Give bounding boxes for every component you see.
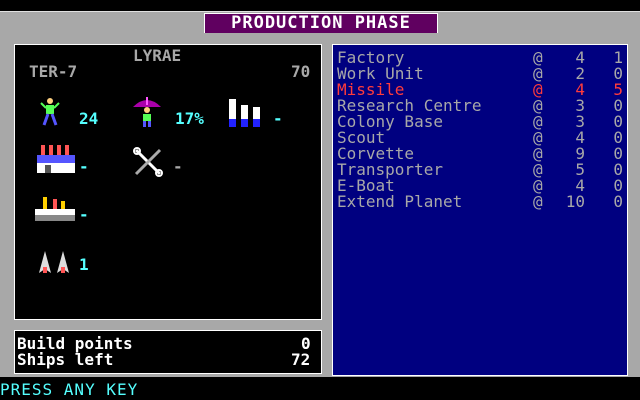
planet-value: 70 bbox=[291, 62, 311, 81]
factories-value: - bbox=[79, 157, 89, 176]
production-item-scout[interactable]: Scout @ 4 0 bbox=[337, 128, 625, 147]
industry-icon bbox=[35, 197, 75, 221]
research-bars-icon bbox=[229, 99, 260, 127]
industry-value: - bbox=[79, 205, 89, 224]
production-item-factory[interactable]: Factory @ 4 1 bbox=[337, 48, 625, 67]
press-any-key-prompt: PRESS ANY KEY bbox=[0, 380, 139, 399]
production-item-work-unit[interactable]: Work Unit @ 2 0 bbox=[337, 64, 625, 83]
production-item-corvette[interactable]: Corvette @ 9 0 bbox=[337, 144, 625, 163]
tools-value: - bbox=[173, 157, 183, 176]
production-item-colony-base[interactable]: Colony Base @ 3 0 bbox=[337, 112, 625, 131]
item-qty: 0 bbox=[613, 192, 623, 211]
screen-title: PRODUCTION PHASE bbox=[204, 13, 438, 34]
research-value: - bbox=[273, 109, 283, 128]
production-item-extend-planet[interactable]: Extend Planet @ 10 0 bbox=[337, 192, 625, 211]
planet-sector: TER-7 bbox=[29, 62, 78, 81]
item-cost: 10 bbox=[565, 192, 585, 211]
ships-left-value: 72 bbox=[291, 350, 311, 369]
at-symbol: @ bbox=[533, 192, 543, 211]
production-list: Factory @ 4 1 Work Unit @ 2 0 Missile @ … bbox=[332, 44, 628, 376]
ships-value: 1 bbox=[79, 255, 89, 274]
production-item-e-boat[interactable]: E-Boat @ 4 0 bbox=[337, 176, 625, 195]
population-value: 24 bbox=[79, 109, 99, 128]
ships-icon bbox=[39, 251, 69, 273]
planet-name: LYRAE bbox=[133, 46, 182, 65]
stats-panel: Build points 0 Ships left 72 bbox=[14, 330, 322, 374]
item-name: Extend Planet bbox=[337, 192, 463, 211]
tax-rate-value: 17% bbox=[175, 109, 204, 128]
planet-panel: LYRAE TER-7 70 24 17% - - - - 1 bbox=[14, 44, 322, 320]
title-bar: PRODUCTION PHASE bbox=[0, 11, 640, 35]
ships-left-label: Ships left bbox=[17, 350, 114, 369]
production-item-missile[interactable]: Missile @ 4 5 bbox=[337, 80, 625, 99]
factory-icon bbox=[37, 145, 75, 173]
tax-umbrella-icon bbox=[133, 97, 161, 127]
population-icon bbox=[40, 98, 60, 126]
production-item-research-centre[interactable]: Research Centre @ 3 0 bbox=[337, 96, 625, 115]
production-item-transporter[interactable]: Transporter @ 5 0 bbox=[337, 160, 625, 179]
tools-icon bbox=[133, 147, 163, 177]
